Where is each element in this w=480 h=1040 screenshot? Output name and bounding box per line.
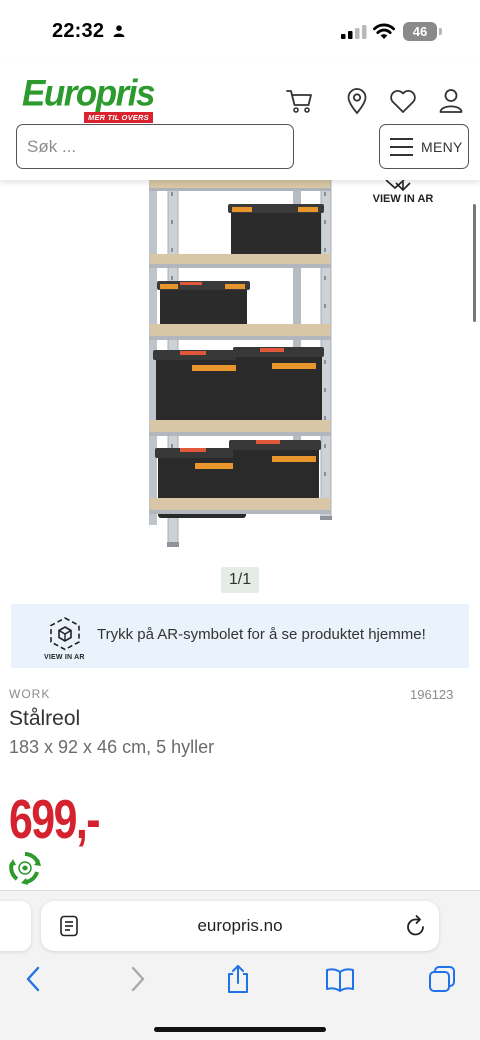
ar-icon-label: VIEW IN AR [44, 654, 85, 661]
wifi-icon [373, 23, 395, 39]
status-bar: 22:32 46 [0, 0, 480, 62]
ar-info-banner[interactable]: VIEW IN AR Trykk på AR-symbolet for å se… [11, 604, 469, 668]
page-scrollbar[interactable] [473, 204, 476, 322]
heart-icon[interactable] [388, 86, 418, 116]
product-gallery[interactable]: VIEW IN AR 1/1 [0, 180, 480, 600]
product-sku: 196123 [410, 687, 454, 702]
ar-banner-text: Trykk på AR-symbolet for å se produktet … [97, 626, 426, 643]
battery-icon: 46 [403, 22, 437, 41]
user-icon[interactable] [436, 86, 466, 116]
europris-logo[interactable]: Europris MER TIL OVERS [22, 73, 162, 123]
product-brand[interactable]: WORK [9, 687, 50, 701]
ar-cube-icon [50, 617, 80, 651]
bookmarks-icon[interactable] [325, 964, 355, 994]
tabs-icon[interactable] [427, 964, 457, 994]
menu-button[interactable]: MENY [379, 124, 469, 169]
home-indicator[interactable] [154, 1027, 326, 1032]
previous-tab-preview[interactable] [0, 901, 31, 951]
share-icon[interactable] [223, 964, 253, 994]
eco-recycle-icon [9, 852, 41, 885]
battery-level: 46 [412, 24, 428, 39]
location-pin-icon[interactable] [342, 86, 372, 116]
menu-label: MENY [421, 139, 463, 155]
hamburger-icon [390, 138, 413, 156]
back-icon[interactable] [19, 964, 49, 994]
product-description: 183 x 92 x 46 cm, 5 hyller [9, 737, 215, 757]
browser-toolbar: europris.no [0, 890, 480, 1040]
site-header: Europris MER TIL OVERS MENY [0, 62, 480, 180]
status-time: 22:32 [52, 20, 105, 42]
search-field[interactable] [16, 124, 294, 169]
reload-icon[interactable] [405, 914, 427, 938]
product-price: 699,- [9, 788, 101, 850]
forward-icon[interactable] [122, 964, 152, 994]
product-image-steel-shelf [149, 180, 332, 547]
product-title: Stålreol [9, 707, 81, 730]
person-icon [113, 25, 125, 37]
cart-icon[interactable] [285, 86, 315, 116]
cellular-signal-icon [341, 25, 367, 39]
search-input[interactable] [17, 125, 293, 168]
logo-tagline: MER TIL OVERS [84, 112, 153, 123]
battery-cap [439, 28, 442, 35]
url-text[interactable]: europris.no [41, 916, 439, 936]
image-counter: 1/1 [221, 567, 259, 593]
logo-wordmark: Europris [22, 73, 155, 114]
address-bar[interactable]: europris.no [41, 901, 439, 951]
